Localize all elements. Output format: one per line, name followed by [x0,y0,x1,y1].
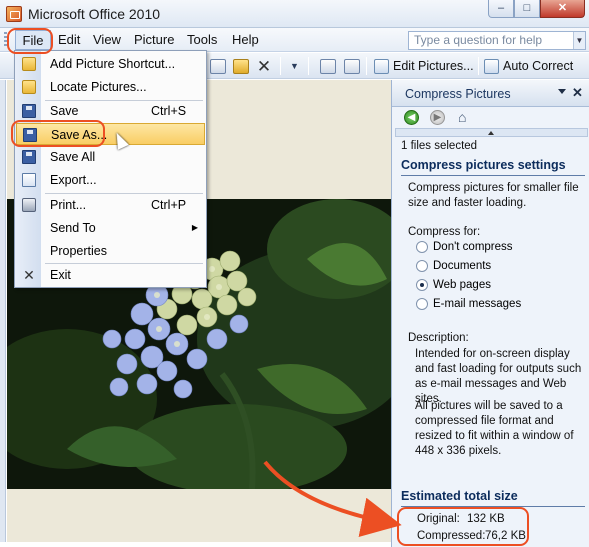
annotation-arrow [263,460,402,537]
